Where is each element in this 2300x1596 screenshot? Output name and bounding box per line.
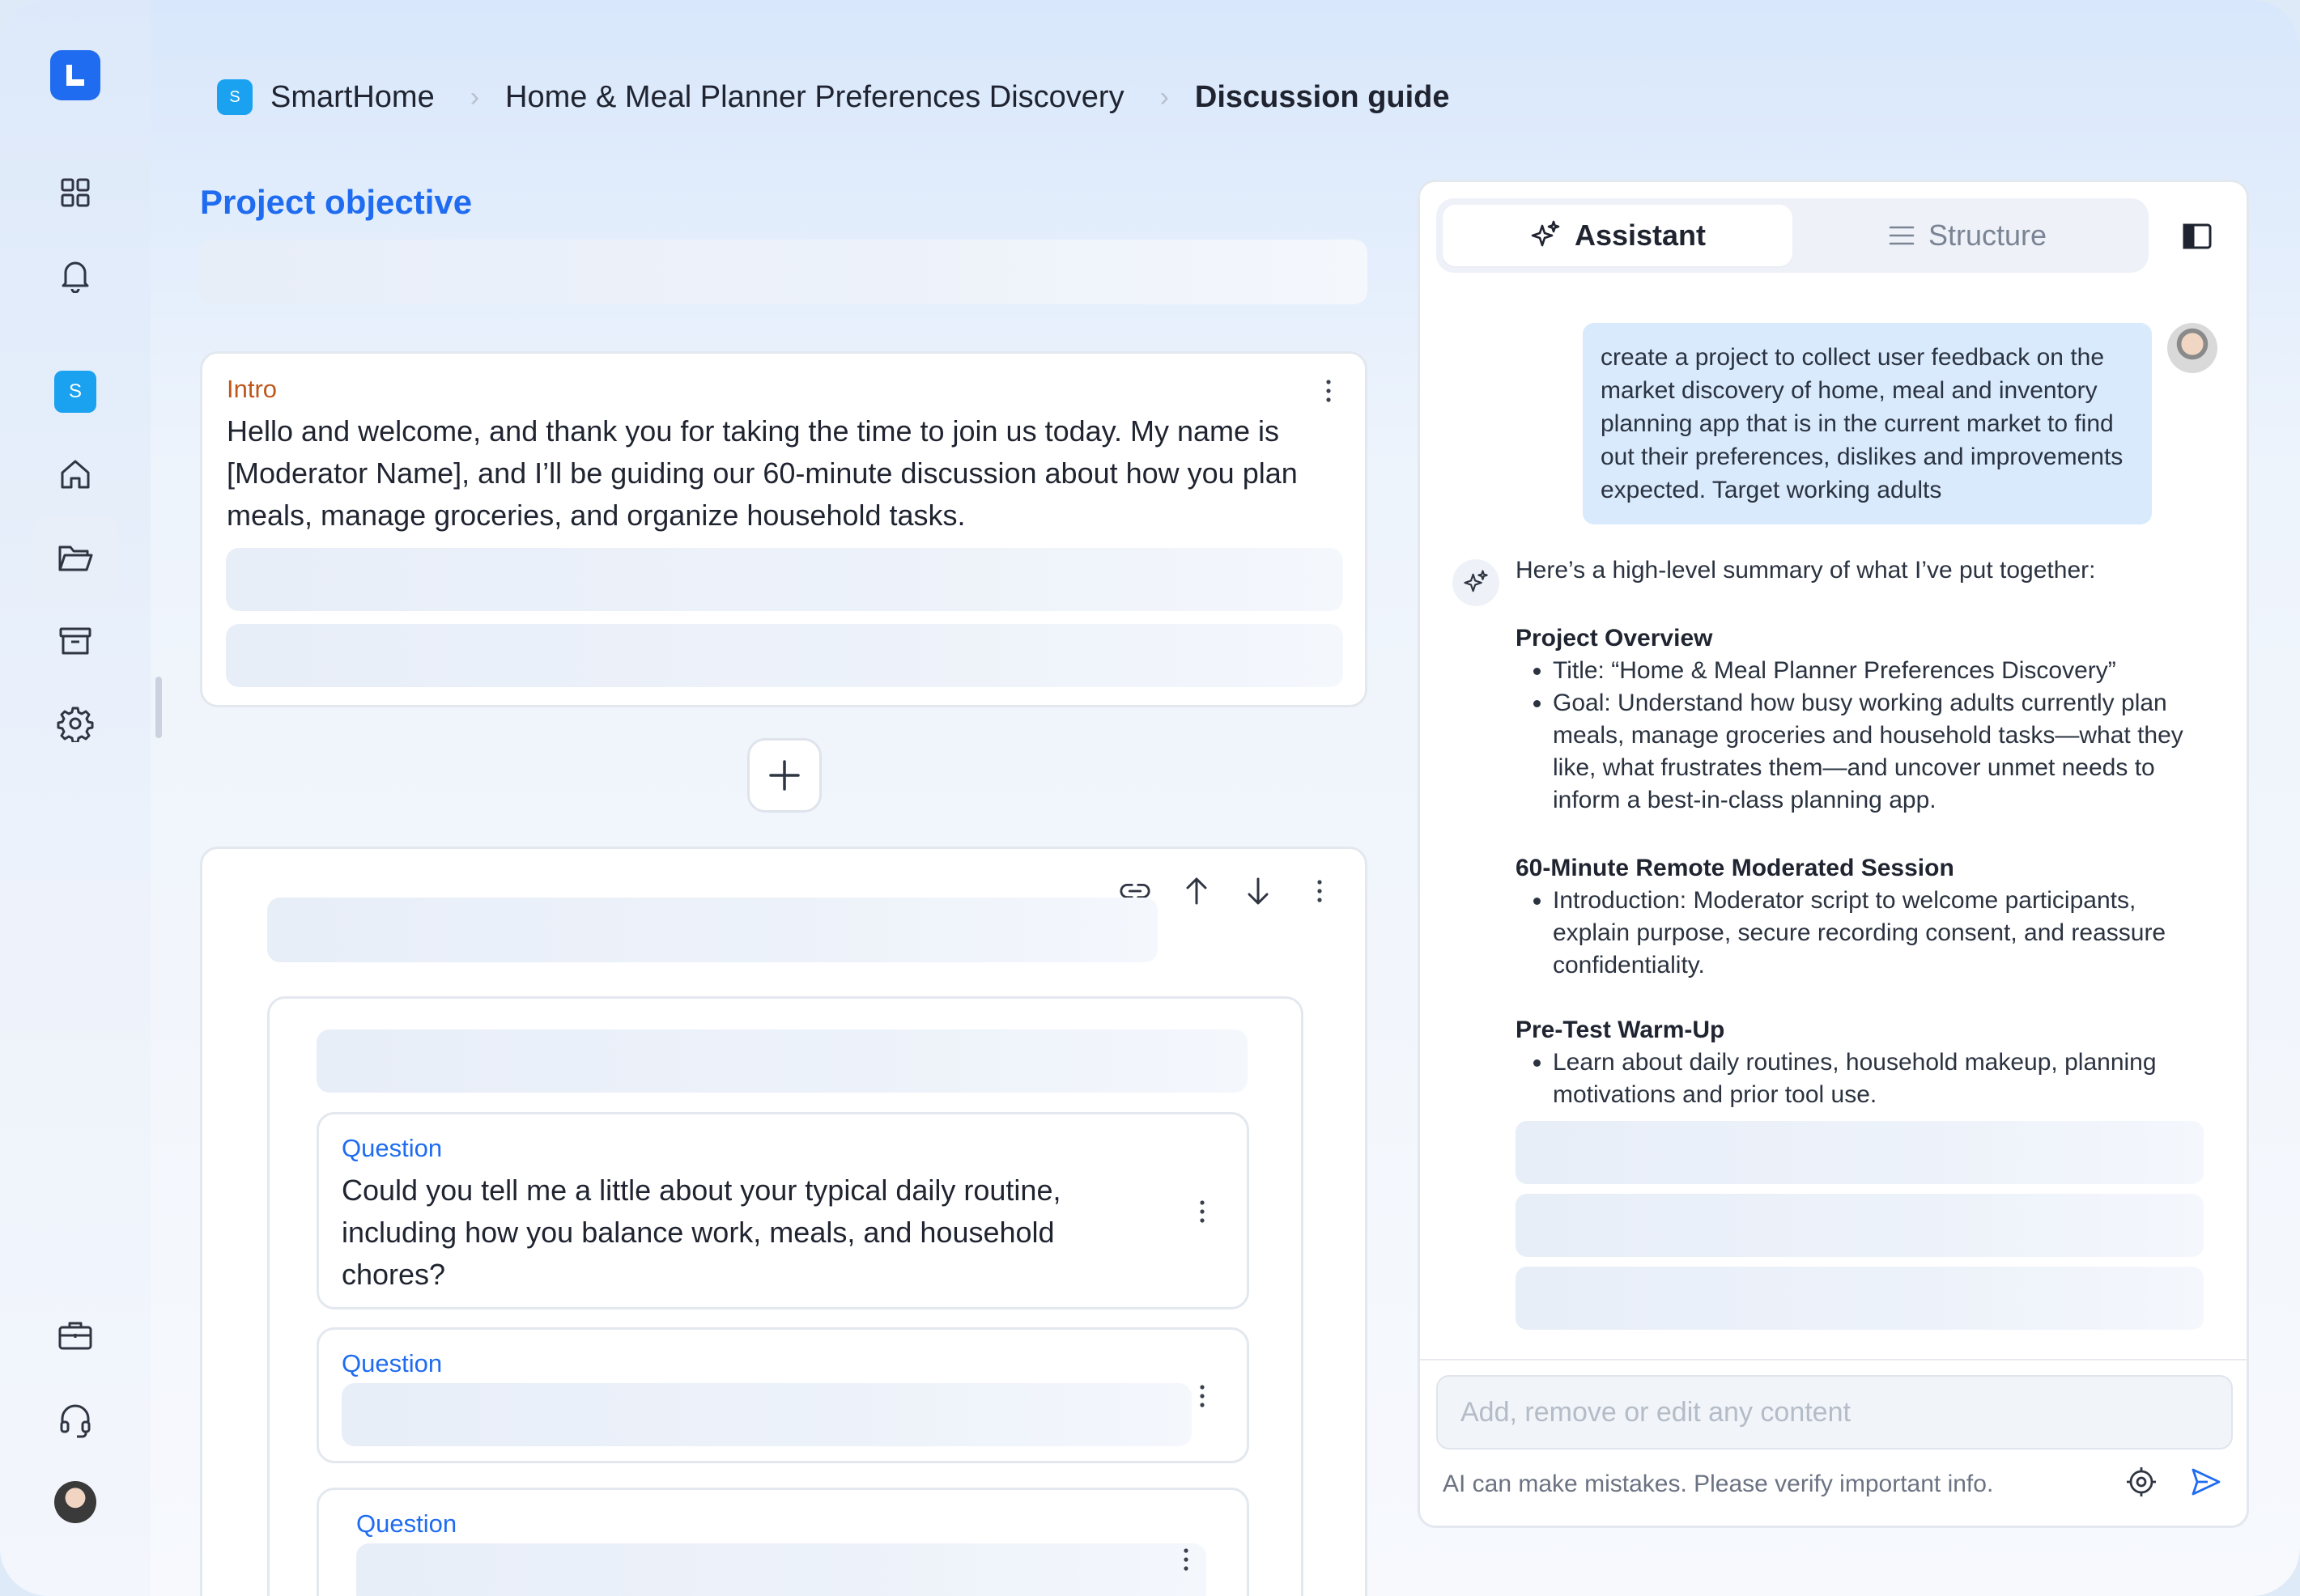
intro-placeholder-2	[226, 624, 1343, 687]
list-icon	[1889, 226, 1915, 245]
more-options-icon[interactable]	[1190, 1380, 1214, 1412]
more-options-icon[interactable]	[1316, 375, 1341, 407]
section-bullets: Introduction: Moderator script to welcom…	[1516, 885, 2212, 982]
more-options-icon[interactable]	[1174, 1543, 1198, 1576]
sidebar-toggle-icon[interactable]	[2182, 223, 2214, 255]
section-bullets: Learn about daily routines, household ma…	[1516, 1046, 2212, 1111]
breadcrumb-workspace[interactable]: SmartHome	[270, 80, 435, 115]
app-frame: S S SmartHome › Home & Meal Planner Pref…	[0, 0, 2300, 1596]
divider	[1420, 1359, 2247, 1360]
chevron-right-icon: ›	[1159, 81, 1169, 112]
gear-icon[interactable]	[51, 699, 100, 748]
question-card[interactable]: Question Could you tell me a little abou…	[317, 1112, 1249, 1309]
list-item: Learn about daily routines, household ma…	[1553, 1046, 2212, 1111]
list-item: Goal: Understand how busy working adults…	[1553, 687, 2212, 817]
home-icon[interactable]	[51, 450, 100, 499]
user-message: create a project to collect user feedbac…	[1583, 323, 2152, 524]
assistant-panel: Assistant Structure create a project to …	[1418, 180, 2249, 1528]
workspace-badge-small: S	[217, 79, 253, 115]
plus-icon	[769, 760, 800, 791]
more-options-icon[interactable]	[1303, 875, 1336, 907]
section-heading: Project Overview	[1516, 625, 1713, 652]
section-bullets: Title: “Home & Meal Planner Preferences …	[1516, 655, 2212, 817]
briefcase-icon[interactable]	[51, 1311, 100, 1360]
intro-text[interactable]: Hello and welcome, and thank you for tak…	[227, 410, 1312, 537]
workspace-badge[interactable]: S	[51, 367, 100, 416]
headset-icon[interactable]	[51, 1395, 100, 1444]
more-options-icon[interactable]	[1190, 1195, 1214, 1228]
sparkle-icon	[1531, 220, 1560, 247]
ai-disclaimer: AI can make mistakes. Please verify impo…	[1443, 1471, 1994, 1497]
question-placeholder	[356, 1543, 1206, 1596]
intro-label: Intro	[227, 375, 278, 403]
app-logo[interactable]	[50, 50, 100, 100]
avatar	[2167, 323, 2217, 373]
tab-assistant-label: Assistant	[1574, 219, 1707, 252]
panel-tabs: Assistant Structure	[1436, 198, 2149, 273]
tab-assistant[interactable]: Assistant	[1443, 205, 1792, 266]
ai-sparkle-icon	[1452, 559, 1499, 606]
question-placeholder	[342, 1383, 1192, 1446]
ai-message: Here’s a high-level summary of what I’ve…	[1516, 554, 2212, 1330]
breadcrumb-project[interactable]: Home & Meal Planner Preferences Discover…	[505, 80, 1124, 115]
add-section-button[interactable]	[747, 738, 822, 813]
bell-icon[interactable]	[51, 251, 100, 299]
loading-placeholder	[1516, 1121, 2204, 1184]
archive-icon[interactable]	[51, 617, 100, 665]
list-item: Title: “Home & Meal Planner Preferences …	[1553, 655, 2212, 687]
question-card[interactable]: Question	[317, 1488, 1249, 1596]
arrow-up-icon[interactable]	[1180, 875, 1213, 907]
intro-card[interactable]: Intro Hello and welcome, and thank you f…	[200, 351, 1367, 707]
folder-icon[interactable]	[33, 516, 117, 601]
chevron-right-icon: ›	[470, 81, 480, 112]
question-label: Question	[342, 1349, 443, 1377]
left-rail: S	[0, 0, 151, 1596]
breadcrumb-current: Discussion guide	[1194, 79, 1450, 114]
question-label: Question	[342, 1134, 443, 1162]
question-card[interactable]: Question	[317, 1327, 1249, 1463]
loading-placeholder	[1516, 1267, 2204, 1330]
avatar	[54, 1481, 96, 1523]
breadcrumb: S SmartHome › Home & Meal Planner Prefer…	[217, 73, 1450, 121]
input-actions	[2124, 1464, 2224, 1500]
section-heading: Pre-Test Warm-Up	[1516, 1017, 1725, 1043]
question-text[interactable]: Could you tell me a little about your ty…	[342, 1169, 1135, 1296]
list-item: Introduction: Moderator script to welcom…	[1553, 885, 2212, 982]
loading-placeholder	[1516, 1194, 2204, 1257]
section-heading: 60-Minute Remote Moderated Session	[1516, 855, 1954, 881]
target-icon[interactable]	[2124, 1464, 2159, 1500]
intro-placeholder-1	[226, 548, 1343, 611]
section-title-placeholder	[267, 898, 1158, 962]
user-avatar-rail[interactable]	[51, 1478, 100, 1526]
dashboard-icon[interactable]	[51, 168, 100, 217]
objective-placeholder	[200, 240, 1367, 304]
question-group[interactable]: Question Could you tell me a little abou…	[267, 996, 1303, 1596]
section-card[interactable]: Question Could you tell me a little abou…	[200, 847, 1367, 1596]
tab-structure-label: Structure	[1928, 219, 2047, 252]
send-icon[interactable]	[2188, 1464, 2224, 1500]
group-title-placeholder	[317, 1029, 1248, 1093]
question-label: Question	[356, 1509, 457, 1538]
workspace-badge-letter: S	[54, 371, 96, 413]
chat-input[interactable]	[1436, 1375, 2233, 1450]
project-objective-title: Project objective	[200, 183, 473, 221]
logo-icon	[66, 65, 84, 86]
ai-intro: Here’s a high-level summary of what I’ve…	[1516, 557, 2096, 584]
tab-structure[interactable]: Structure	[1792, 205, 2142, 266]
arrow-down-icon[interactable]	[1242, 875, 1274, 907]
